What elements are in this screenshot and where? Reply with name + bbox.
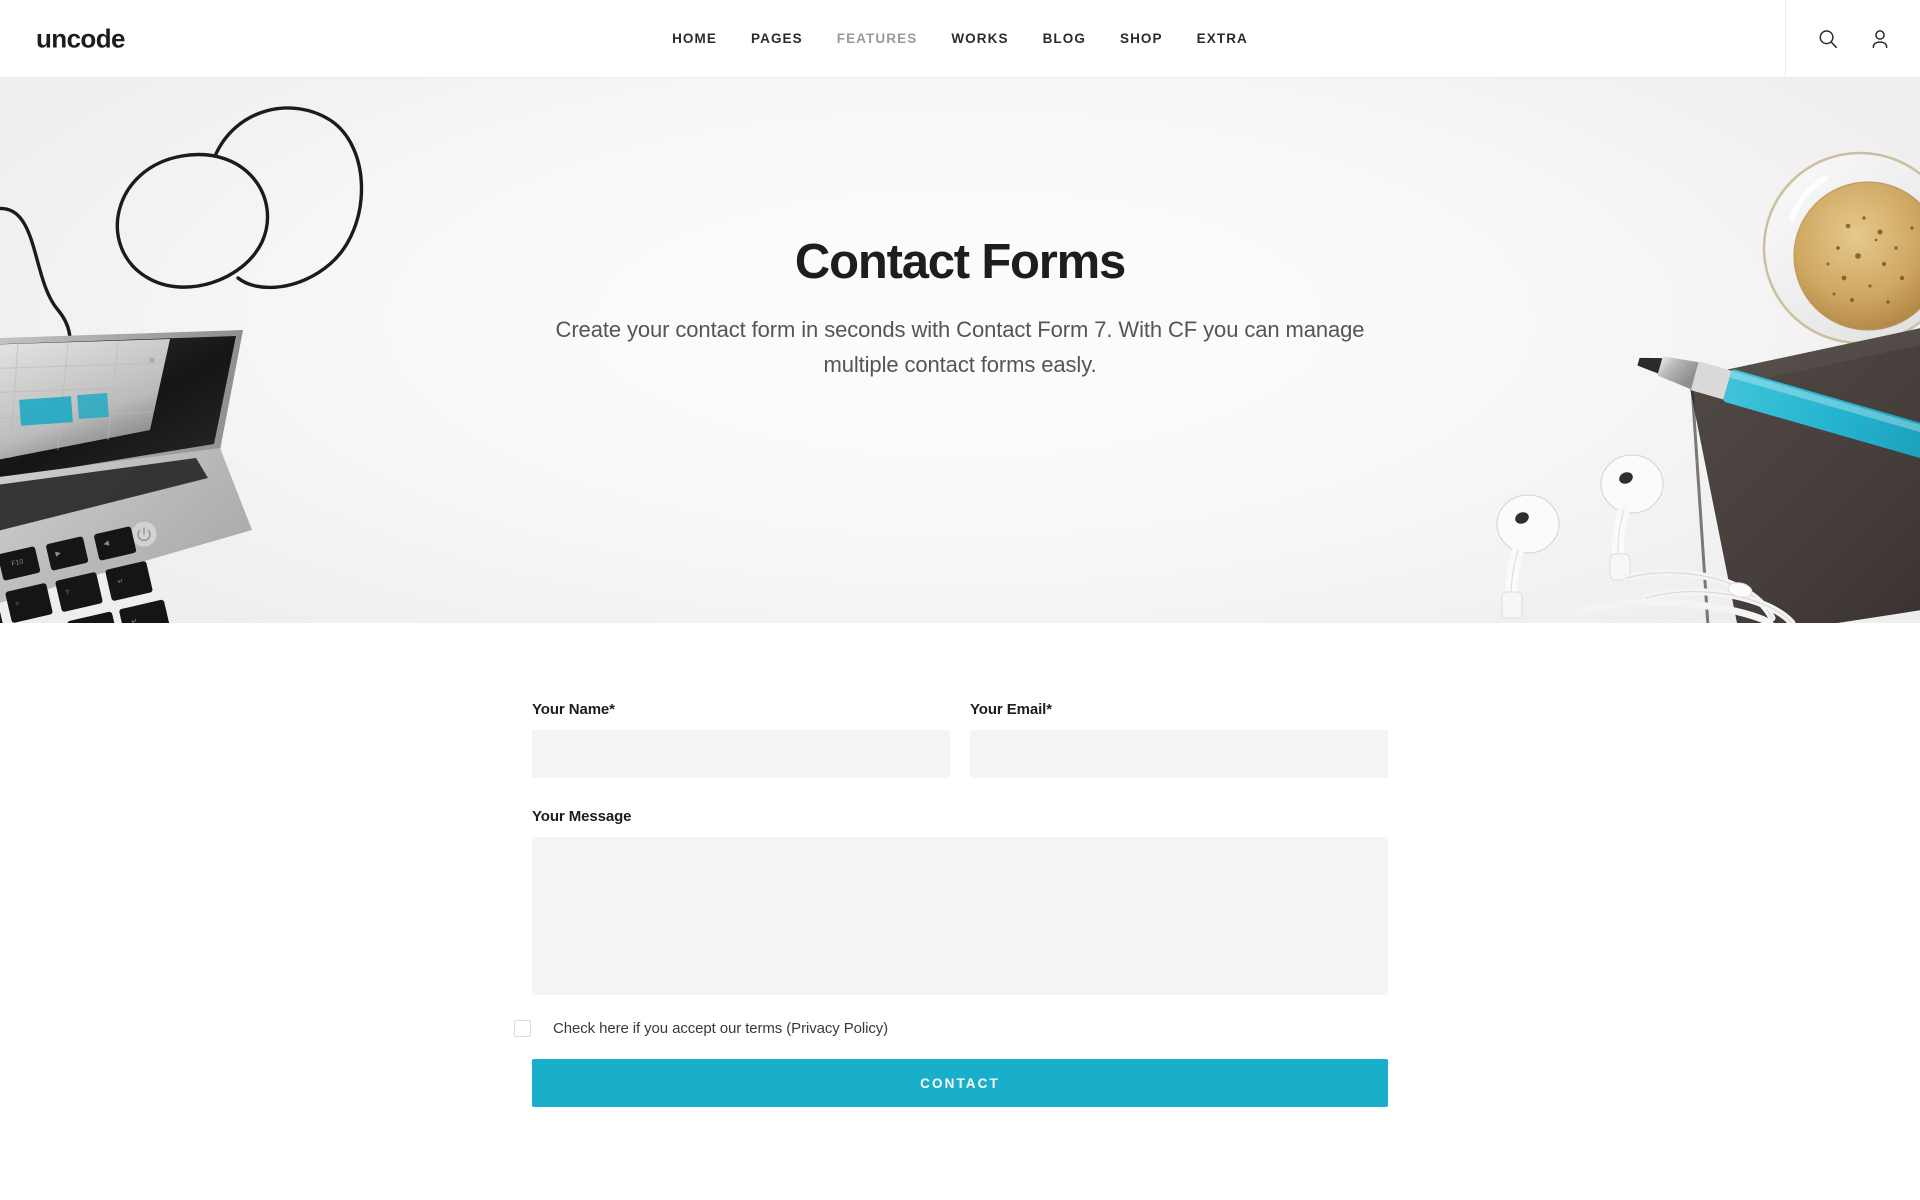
user-icon[interactable]: [1868, 27, 1892, 51]
accept-terms-label: Check here if you accept our terms (Priv…: [553, 1020, 889, 1037]
nav-item-shop[interactable]: SHOP: [1103, 0, 1180, 78]
page-title: Contact Forms: [794, 235, 1126, 289]
field-your-name: Your Name*: [532, 699, 950, 778]
your-email-input[interactable]: [970, 730, 1388, 778]
nav-item-features[interactable]: FEATURES: [820, 0, 935, 78]
hero-image-desk-objects: [1440, 78, 1920, 623]
terms-acceptance-row: Check here if you accept our terms (Priv…: [514, 1018, 1388, 1039]
hero-content: Contact Forms Create your contact form i…: [520, 234, 1400, 383]
search-icon[interactable]: [1816, 27, 1840, 51]
your-name-label: Your Name*: [532, 701, 615, 718]
your-name-input[interactable]: [532, 730, 950, 778]
page-subtitle: Create your contact form in seconds with…: [555, 317, 1365, 378]
form-spacer: [532, 778, 1388, 806]
your-message-label: Your Message: [532, 808, 632, 825]
form-row-name-email: Your Name* Your Email*: [532, 699, 1388, 778]
contact-form-section: Your Name* Your Email* Your Message Chec…: [0, 623, 1920, 1107]
your-email-label: Your Email*: [970, 701, 1052, 718]
main-navigation: HOME PAGES FEATURES WORKS BLOG SHOP EXTR…: [655, 0, 1265, 78]
contact-submit-button[interactable]: CONTACT: [532, 1059, 1388, 1107]
nav-item-extra[interactable]: EXTRA: [1180, 0, 1265, 78]
header-tools: [1785, 0, 1920, 78]
accept-terms-checkbox[interactable]: [514, 1020, 531, 1037]
hero-image-laptop: ◀ ▶ F10 ↵ ? = ↵ * 0: [0, 78, 430, 623]
nav-item-pages[interactable]: PAGES: [734, 0, 820, 78]
site-header: uncode HOME PAGES FEATURES WORKS BLOG SH…: [0, 0, 1920, 78]
nav-item-home[interactable]: HOME: [655, 0, 734, 78]
field-your-email: Your Email*: [970, 699, 1388, 778]
hero-banner: ◀ ▶ F10 ↵ ? = ↵ * 0: [0, 78, 1920, 623]
your-message-textarea[interactable]: [532, 837, 1388, 995]
contact-form: Your Name* Your Email* Your Message Chec…: [514, 699, 1388, 1107]
field-your-message: Your Message: [532, 806, 1388, 995]
nav-item-blog[interactable]: BLOG: [1026, 0, 1103, 78]
site-logo[interactable]: uncode: [36, 23, 125, 54]
nav-item-works[interactable]: WORKS: [934, 0, 1025, 78]
